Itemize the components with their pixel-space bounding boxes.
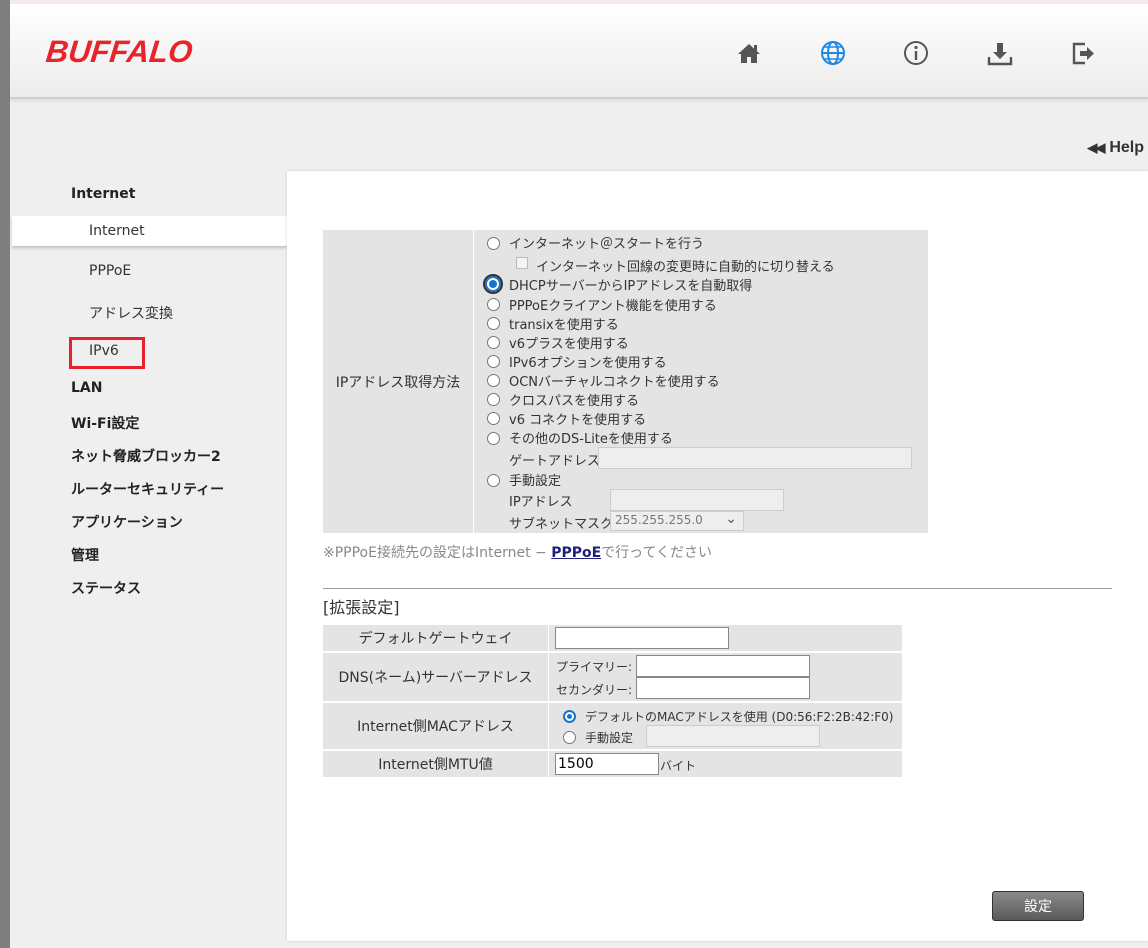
nav-status[interactable]: ステータス [71,578,141,598]
collapse-arrows-icon: ◀◀ [1087,140,1105,155]
buffalo-logo: BUFFALO [44,34,195,69]
dns-secondary-input[interactable] [636,677,810,699]
radio-internet-start[interactable] [487,237,500,250]
mtu-label: Internet側MTU値 [323,751,549,777]
mac-manual-input[interactable] [646,725,820,747]
mac-manual-label: 手動設定 [585,731,634,745]
opt-pppoe-label: PPPoEクライアント機能を使用する [509,299,717,314]
row-mac-address: Internet側MACアドレス デフォルトのMACアドレスを使用 (D0:56… [323,703,902,749]
opt-dslite-label: その他のDS-Liteを使用する [509,432,673,447]
dns-primary-label: プライマリー: [556,660,633,674]
help-link[interactable]: ◀◀ Help [1087,139,1144,157]
row-default-gateway: デフォルトゲートウェイ [323,625,902,651]
radio-mac-manual[interactable] [563,731,576,744]
opt-manual-label: 手動設定 [509,474,562,489]
opt-v6plus-label: v6プラスを使用する [509,337,629,352]
help-label: Help [1109,139,1144,156]
mtu-unit: バイト [660,759,697,773]
opt-crosspath-label: クロスパスを使用する [509,394,640,409]
section-divider [323,588,1112,589]
home-icon[interactable] [732,36,766,70]
nav-sub-pppoe[interactable]: PPPoE [89,263,131,279]
gateway-address-input[interactable] [598,447,912,469]
ip-address-label: IPアドレス [509,495,573,510]
radio-dslite[interactable] [487,432,500,445]
header-bar: BUFFALO [10,4,1148,99]
pppoe-note-tail: で行ってください [601,545,713,561]
submit-button[interactable]: 設定 [992,891,1084,921]
opt-ocn-label: OCNバーチャルコネクトを使用する [509,375,720,390]
globe-icon[interactable] [816,36,850,70]
gateway-address-label: ゲートアドレス [509,454,601,469]
row-dns: DNS(ネーム)サーバーアドレス プライマリー: セカンダリー: [323,653,902,701]
radio-pppoe[interactable] [487,298,500,311]
pppoe-note: ※PPPoE接続先の設定はInternet − PPPoEで行ってください [323,542,712,562]
nav-admin[interactable]: 管理 [71,545,99,565]
content-panel: IPアドレス取得方法 インターネット＠スタートを行う インターネット回線の変更時… [287,171,1148,941]
radio-dhcp[interactable] [483,274,503,294]
nav-applications[interactable]: アプリケーション [71,512,183,532]
checkbox-auto-switch[interactable] [516,257,528,269]
radio-transix[interactable] [487,317,500,330]
opt-ipv6-option-label: IPv6オプションを使用する [509,356,667,371]
mac-default-label: デフォルトのMACアドレスを使用 (D0:56:F2:2B:42:F0) [585,710,894,724]
opt-dhcp-label: DHCPサーバーからIPアドレスを自動取得 [509,279,753,294]
ip-address-input[interactable] [610,489,784,511]
subnet-mask-select[interactable]: 255.255.255.0 ⌄ [610,511,744,531]
nav-sub-address-translation[interactable]: アドレス変換 [89,303,173,323]
subnet-mask-label: サブネットマスク [509,517,614,532]
ip-method-form: IPアドレス取得方法 インターネット＠スタートを行う インターネット回線の変更時… [323,230,928,533]
dns-label: DNS(ネーム)サーバーアドレス [323,653,549,701]
pppoe-note-text: ※PPPoE接続先の設定はInternet − [323,545,552,561]
nav-internet[interactable]: Internet [71,186,135,202]
row-mtu: Internet側MTU値 1500 バイト [323,751,902,777]
mtu-input[interactable]: 1500 [555,753,659,775]
nav-active-highlight [12,216,287,246]
radio-v6plus[interactable] [487,336,500,349]
dns-secondary-label: セカンダリー: [556,683,633,697]
nav-threat-blocker[interactable]: ネット脅威ブロッカー2 [71,446,221,466]
logout-icon[interactable] [1066,36,1100,70]
nav-sub-ipv6[interactable]: IPv6 [89,343,119,359]
radio-ocn[interactable] [487,374,500,387]
default-gateway-label: デフォルトゲートウェイ [323,625,549,651]
opt-auto-switch-label: インターネット回線の変更時に自動的に切り替える [536,260,835,275]
opt-internet-start-label: インターネット＠スタートを行う [509,237,705,252]
ip-method-label: IPアドレス取得方法 [323,230,474,533]
pppoe-link[interactable]: PPPoE [551,545,601,561]
subnet-mask-value: 255.255.255.0 [615,513,703,527]
extended-settings-title: [拡張設定] [323,598,400,617]
opt-transix-label: transixを使用する [509,318,619,333]
info-icon[interactable] [899,36,933,70]
radio-v6connect[interactable] [487,412,500,425]
router-admin-window: BUFFALO ◀◀ Help Internet Internet PPPoE … [10,0,1148,948]
radio-crosspath[interactable] [487,393,500,406]
radio-ipv6-option[interactable] [487,355,500,368]
dns-primary-input[interactable] [636,655,810,677]
download-icon[interactable] [983,36,1017,70]
radio-manual[interactable] [487,474,500,487]
nav-router-security[interactable]: ルーターセキュリティー [71,479,224,499]
chevron-down-icon: ⌄ [725,511,737,527]
nav-wifi[interactable]: Wi-Fi設定 [71,413,139,433]
radio-mac-default[interactable] [563,710,576,723]
opt-v6connect-label: v6 コネクトを使用する [509,413,647,428]
mac-address-label: Internet側MACアドレス [323,703,549,749]
default-gateway-input[interactable] [555,627,729,649]
nav-lan[interactable]: LAN [71,380,102,396]
nav-sub-internet[interactable]: Internet [89,223,145,239]
